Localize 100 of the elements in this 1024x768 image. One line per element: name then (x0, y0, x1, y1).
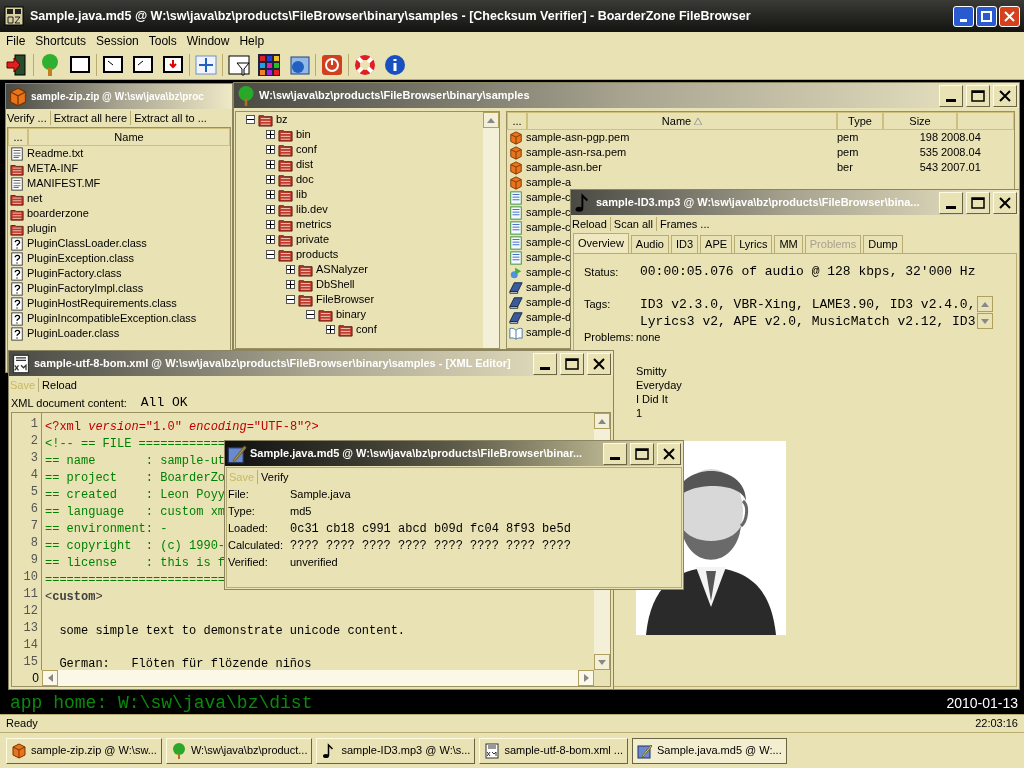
expand-toggle[interactable] (266, 130, 275, 139)
file-name[interactable]: PluginIncompatibleException.class (27, 312, 197, 325)
minimize-button[interactable] (533, 352, 557, 375)
file-name[interactable]: PluginFactoryImpl.class (27, 282, 144, 295)
tree-item[interactable]: FileBrowser (316, 293, 375, 306)
tree-item[interactable]: metrics (296, 218, 332, 231)
toolbar-button[interactable]: Frames ... (659, 215, 711, 233)
menu-item[interactable]: Session (93, 32, 142, 50)
tree-item[interactable]: DbShell (316, 278, 355, 291)
expand-toggle[interactable] (286, 280, 295, 289)
minimize-button[interactable] (939, 191, 963, 214)
tree-item[interactable]: ASNalyzer (316, 263, 368, 276)
file-name[interactable]: sample-d (526, 281, 572, 294)
collapse-toggle[interactable] (266, 250, 275, 259)
expand-toggle[interactable] (286, 265, 295, 274)
column-header[interactable]: Size (883, 112, 957, 130)
expand-toggle[interactable] (266, 160, 275, 169)
minimize-button[interactable] (939, 84, 963, 107)
taskbar-button[interactable]: W:\sw\java\bz\product... (165, 737, 313, 764)
file-name[interactable]: PluginException.class (27, 252, 134, 265)
toolbar-button[interactable]: Extract all to ... (133, 109, 208, 127)
toolbar-button[interactable]: Scan all (612, 215, 654, 233)
tab[interactable]: Audio (630, 235, 669, 253)
file-name[interactable]: PluginLoader.class (27, 327, 120, 340)
tree-item[interactable]: lib.dev (296, 203, 328, 216)
maximize-button[interactable] (560, 352, 584, 375)
column-header[interactable]: ... (507, 112, 527, 130)
toolbar-button[interactable]: Extract all here (52, 109, 129, 127)
file-name[interactable]: PluginFactory.class (27, 267, 122, 280)
collapse-toggle[interactable] (306, 310, 315, 319)
file-name[interactable]: sample-asn.ber (526, 161, 602, 174)
tree-item[interactable]: dist (296, 158, 314, 171)
taskbar-button[interactable]: sample-zip.zip @ W:\sw... (6, 737, 162, 764)
file-name[interactable]: sample-c (526, 266, 571, 279)
tree-item[interactable]: lib (296, 188, 307, 201)
maximize-button[interactable] (630, 442, 654, 465)
file-name[interactable]: net (27, 192, 43, 205)
horizontal-scrollbar[interactable] (42, 670, 594, 686)
file-name[interactable]: MANIFEST.MF (27, 177, 101, 190)
close-button[interactable] (657, 442, 681, 465)
tree-item[interactable]: conf (356, 323, 377, 336)
file-name[interactable]: sample-c (526, 206, 571, 219)
collapse-toggle[interactable] (246, 115, 255, 124)
file-name[interactable]: Readme.txt (27, 147, 84, 160)
file-name[interactable]: sample-d (526, 296, 572, 309)
file-name[interactable]: plugin (27, 222, 57, 235)
scroll-up-button[interactable] (594, 413, 610, 429)
tab[interactable]: APE (700, 235, 733, 253)
tree-item[interactable]: bz (276, 113, 288, 126)
file-name[interactable]: boarderzone (27, 207, 89, 220)
maximize-button[interactable] (976, 5, 997, 27)
maximize-button[interactable] (966, 191, 990, 214)
menu-item[interactable]: Tools (145, 32, 180, 50)
tab[interactable]: Dump (863, 235, 903, 253)
file-name[interactable]: sample-d (526, 311, 572, 324)
close-button[interactable] (587, 352, 611, 375)
column-header[interactable]: Name (28, 128, 230, 146)
expand-toggle[interactable] (266, 220, 275, 229)
expand-toggle[interactable] (266, 235, 275, 244)
file-name[interactable]: sample-asn-rsa.pem (526, 146, 627, 159)
maximize-button[interactable] (966, 84, 990, 107)
file-name[interactable]: PluginClassLoader.class (27, 237, 147, 250)
tab[interactable]: Overview (573, 233, 629, 253)
tab[interactable]: Lyrics (734, 235, 773, 253)
close-button[interactable] (993, 191, 1017, 214)
tree-item[interactable]: products (296, 248, 339, 261)
minimize-button[interactable] (953, 5, 974, 27)
file-name[interactable]: sample-c (526, 221, 571, 234)
tree-item[interactable]: private (296, 233, 330, 246)
menu-item[interactable]: Window (183, 32, 233, 50)
collapse-toggle[interactable] (286, 295, 295, 304)
expand-toggle[interactable] (266, 175, 275, 184)
file-name[interactable]: sample-c (526, 191, 571, 204)
file-name[interactable]: PluginHostRequirements.class (27, 297, 177, 310)
expand-toggle[interactable] (326, 325, 335, 334)
file-name[interactable]: sample-c (526, 251, 571, 264)
tree-item[interactable]: conf (296, 143, 317, 156)
close-button[interactable] (993, 84, 1017, 107)
column-header[interactable]: Type (837, 112, 883, 130)
toolbar-button[interactable]: Reload (41, 376, 78, 394)
taskbar-button[interactable]: sample-utf-8-bom.xml ... (479, 737, 628, 764)
scrollbar[interactable] (483, 112, 499, 348)
menu-item[interactable]: Help (236, 32, 268, 50)
minimize-button[interactable] (603, 442, 627, 465)
tree-item[interactable]: binary (336, 308, 366, 321)
expand-toggle[interactable] (266, 205, 275, 214)
taskbar-button[interactable]: Sample.java.md5 @ W:... (632, 737, 787, 764)
scroll-down-button[interactable] (594, 654, 610, 670)
tree-item[interactable]: bin (296, 128, 311, 141)
menu-item[interactable]: Shortcuts (32, 32, 90, 50)
toolbar-button[interactable]: Verify ... (6, 109, 48, 127)
tab[interactable]: ID3 (671, 235, 699, 253)
column-header[interactable]: ... (8, 128, 28, 146)
column-header[interactable]: Name (527, 112, 837, 130)
close-button[interactable] (999, 5, 1020, 27)
toolbar-button[interactable]: Verify (260, 468, 290, 486)
file-name[interactable]: sample-c (526, 236, 571, 249)
file-name[interactable]: sample-asn-pgp.pem (526, 131, 630, 144)
tab[interactable]: MM (774, 235, 803, 253)
tree-item[interactable]: doc (296, 173, 314, 186)
